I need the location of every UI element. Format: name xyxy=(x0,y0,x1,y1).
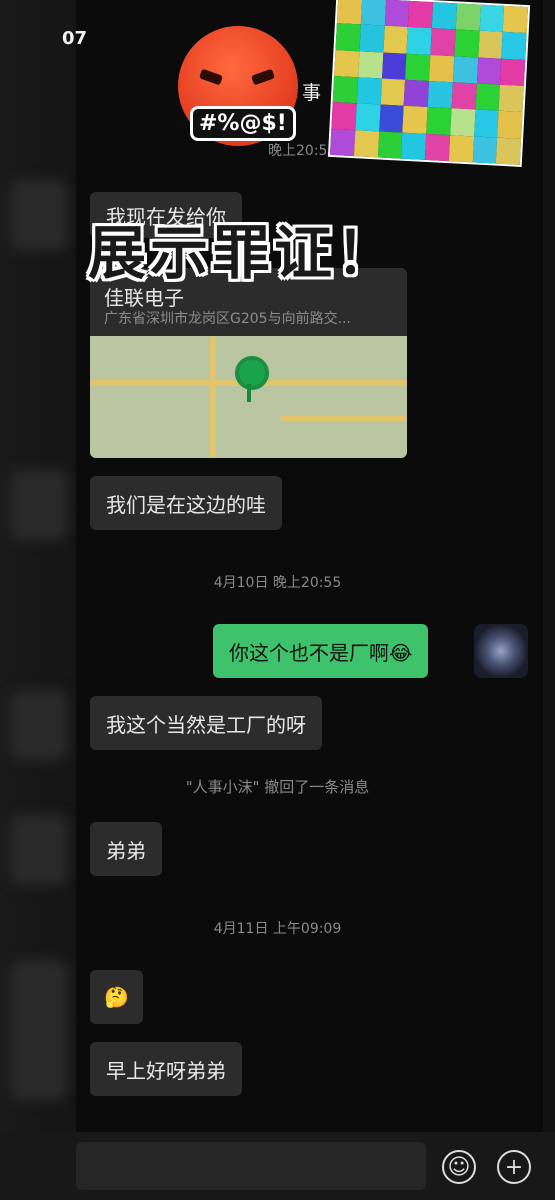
message-text: 早上好呀弟弟 xyxy=(106,1058,226,1083)
overlay-caption: 展示罪证！ xyxy=(88,219,399,287)
chat-title[interactable]: 事 xyxy=(302,78,321,105)
status-time: 07 xyxy=(62,28,88,49)
message-bubble[interactable]: 我这个当然是工厂的呀 xyxy=(90,696,322,750)
recall-notice: "人事小沫" 撤回了一条消息 xyxy=(185,778,370,796)
location-map xyxy=(90,336,407,458)
plus-icon[interactable]: + xyxy=(497,1150,531,1184)
message-text: 我这个当然是工厂的呀 xyxy=(106,712,306,737)
map-road xyxy=(210,336,216,458)
sender-avatar-blurred xyxy=(10,960,68,1100)
map-pin-icon xyxy=(235,356,269,390)
location-address: 广东省深圳市龙岗区G205与向前路交... xyxy=(104,311,351,327)
cursing-sticker-label: #%@$! xyxy=(190,106,296,141)
location-card[interactable]: 佳联电子 广东省深圳市龙岗区G205与向前路交... xyxy=(90,268,407,458)
mosaic-censor xyxy=(327,0,531,167)
header-timestamp: 晚上20:51 xyxy=(268,143,337,159)
sender-avatar-blurred xyxy=(10,180,68,250)
map-road xyxy=(280,416,407,421)
timestamp: 4月10日 晚上20:55 xyxy=(213,575,342,591)
map-pin-stem xyxy=(247,384,251,402)
timestamp: 4月11日 上午09:09 xyxy=(213,921,342,937)
sender-avatar-blurred xyxy=(10,690,68,760)
sender-avatar-blurred xyxy=(10,470,68,540)
my-avatar[interactable] xyxy=(474,624,528,678)
message-text: 你这个也不是厂啊😂 xyxy=(229,640,413,665)
message-input[interactable] xyxy=(76,1142,426,1190)
message-bubble[interactable]: 🤔 xyxy=(90,970,143,1024)
emoji-icon[interactable]: ☺ xyxy=(442,1150,476,1184)
sender-avatar-blurred xyxy=(10,815,68,885)
angry-eye-right xyxy=(250,68,276,86)
message-text: 我们是在这边的哇 xyxy=(106,492,266,517)
thinking-emoji-icon: 🤔 xyxy=(104,985,129,1009)
angry-eye-left xyxy=(198,68,224,86)
chat-screen: 07 事 · 晚上20:51 #%@$! 我现在发给你 佳联电子 广东省深圳市龙… xyxy=(0,0,555,1200)
right-edge-panel xyxy=(543,0,555,1200)
my-message-bubble[interactable]: 你这个也不是厂啊😂 xyxy=(213,624,429,678)
message-bubble[interactable]: 弟弟 xyxy=(90,822,162,876)
message-bubble[interactable]: 早上好呀弟弟 xyxy=(90,1042,242,1096)
message-bubble[interactable]: 我们是在这边的哇 xyxy=(90,476,282,530)
message-text: 弟弟 xyxy=(106,838,146,863)
